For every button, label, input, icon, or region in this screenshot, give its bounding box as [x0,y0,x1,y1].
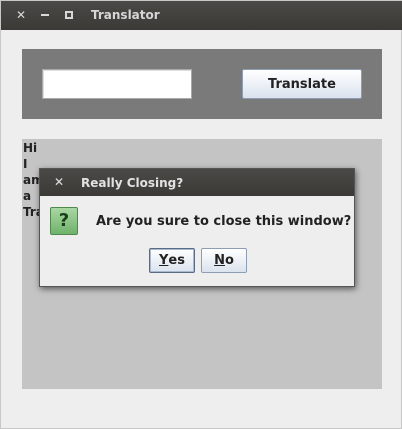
dialog-title: Really Closing? [81,176,184,190]
window-close-icon[interactable]: ✕ [14,8,28,22]
confirm-close-dialog: ✕ Really Closing? ? Are you sure to clos… [39,168,355,287]
window-minimize-icon[interactable] [38,8,52,22]
source-text-input[interactable] [42,69,192,99]
dialog-close-icon[interactable]: ✕ [52,175,66,189]
yes-button[interactable]: Yes [149,248,195,273]
title-bar: ✕ Translator [1,1,402,30]
yes-label: es [168,253,185,268]
window-title: Translator [91,8,160,22]
output-line: Hi [23,141,38,155]
no-label: o [224,253,234,268]
question-icon: ? [50,207,78,235]
dialog-title-bar: ✕ Really Closing? [40,169,354,196]
no-mnemonic: N [214,253,225,268]
input-panel: Translate [22,49,382,119]
yes-mnemonic: Y [159,253,169,268]
output-line: a [23,189,32,203]
translate-button[interactable]: Translate [242,69,362,99]
dialog-message: Are you sure to close this window? [96,214,352,229]
output-line: I [23,157,28,171]
no-button[interactable]: No [201,248,247,273]
window-maximize-icon[interactable] [62,8,76,22]
